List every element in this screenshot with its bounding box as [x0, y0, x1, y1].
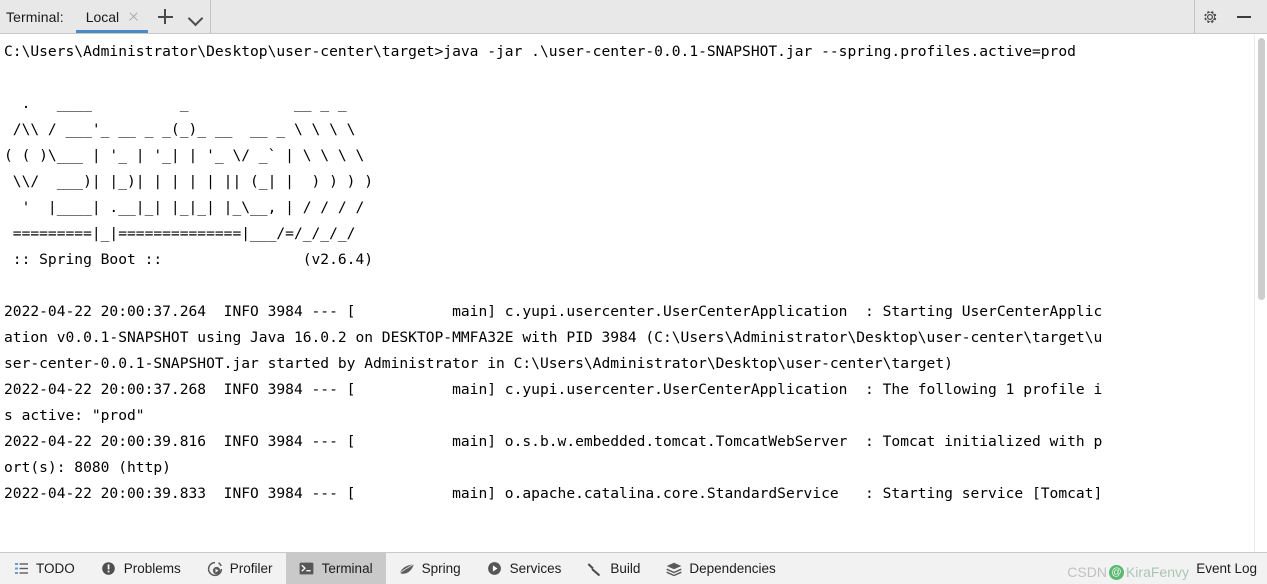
- tool-window-title: Terminal:: [6, 8, 64, 25]
- event-log-label: Event Log: [1196, 561, 1257, 576]
- plus-icon: [157, 9, 173, 24]
- tool-window-button-label: Dependencies: [689, 561, 776, 576]
- tool-window-button-label: Profiler: [229, 561, 273, 576]
- terminal-line: :: Spring Boot :: (v2.6.4): [4, 251, 374, 268]
- terminal-line: ation v0.0.1-SNAPSHOT using Java 16.0.2 …: [4, 329, 1103, 346]
- terminal-line: s active: "prod": [4, 407, 145, 424]
- terminal-line: 2022-04-22 20:00:37.268 INFO 3984 --- [ …: [4, 381, 1103, 398]
- tool-window-button-label: Spring: [421, 561, 461, 576]
- terminal-line: C:\Users\Administrator\Desktop\user-cent…: [4, 43, 1076, 60]
- hide-tool-window-button[interactable]: [1229, 9, 1259, 25]
- build-hammer-icon: [587, 561, 603, 577]
- gear-icon: [1202, 9, 1218, 25]
- profiler-icon: [207, 561, 223, 577]
- terminal-line: ( ( )\___ | '_ | '_| | '_ \/ _` | \ \ \ …: [4, 147, 365, 164]
- spring-leaf-icon: [399, 561, 415, 577]
- tool-window-button-terminal[interactable]: Terminal: [285, 553, 386, 584]
- tool-window-button-dependencies[interactable]: Dependencies: [653, 553, 788, 584]
- tool-window-button-todo[interactable]: TODO: [0, 553, 88, 584]
- tool-window-button-spring[interactable]: Spring: [386, 553, 474, 584]
- terminal-line: 2022-04-22 20:00:39.833 INFO 3984 --- [ …: [4, 485, 1103, 502]
- tool-window-button-label: Services: [509, 561, 562, 576]
- terminal-line: ' |____| .__|_| |_|_| |_\__, | / / / /: [4, 199, 365, 216]
- tool-window-button-label: Terminal: [321, 561, 373, 576]
- tool-window-button-problems[interactable]: Problems: [88, 553, 194, 584]
- terminal-tool-window-header: Terminal: Local: [0, 0, 1267, 34]
- tool-window-button-label: Build: [610, 561, 641, 576]
- status-bar-spacer: [789, 553, 1196, 584]
- bottom-tool-bar: TODO Problems Profiler Terminal Spring Servic…: [0, 552, 1267, 584]
- minimize-icon: [1236, 9, 1252, 25]
- terminal-tab-local[interactable]: Local: [74, 0, 150, 33]
- terminal-tab-label: Local: [85, 8, 120, 25]
- services-icon: [487, 561, 503, 577]
- terminal-line: ort(s): 8080 (http): [4, 459, 171, 476]
- tool-window-button-label: TODO: [36, 561, 75, 576]
- chevron-down-icon: [189, 13, 202, 21]
- tool-window-button-label: Problems: [123, 561, 181, 576]
- terminal-icon: [299, 561, 315, 577]
- event-log-button[interactable]: Event Log: [1196, 553, 1267, 584]
- terminal-line: 2022-04-22 20:00:37.264 INFO 3984 --- [ …: [4, 303, 1103, 320]
- terminal-line: /\\ / ___'_ __ _ _(_)_ __ __ _ \ \ \ \: [4, 121, 356, 138]
- terminal-line: ser-center-0.0.1-SNAPSHOT.jar started by…: [4, 355, 953, 372]
- terminal-line: . ____ _ __ _ _: [4, 95, 347, 112]
- terminal-scrollbar-thumb[interactable]: [1258, 38, 1265, 300]
- terminal-output-text[interactable]: C:\Users\Administrator\Desktop\user-cent…: [0, 34, 1267, 552]
- dependencies-icon: [666, 561, 682, 577]
- terminal-line: =========|_|==============|___/=/_/_/_/: [4, 225, 356, 242]
- terminal-scrollbar[interactable]: [1254, 34, 1267, 552]
- terminal-output-panel[interactable]: C:\Users\Administrator\Desktop\user-cent…: [0, 34, 1267, 552]
- terminal-tab-strip: Local: [74, 0, 150, 33]
- header-spacer: [211, 0, 1194, 33]
- tool-window-button-services[interactable]: Services: [474, 553, 575, 584]
- problems-icon: [101, 561, 117, 577]
- terminal-line: \\/ ___)| |_)| | | | | || (_| | ) ) ) ): [4, 173, 374, 190]
- tool-window-button-profiler[interactable]: Profiler: [194, 553, 286, 584]
- header-actions: [1195, 0, 1267, 33]
- terminal-tab-list-button[interactable]: [180, 0, 210, 33]
- settings-button[interactable]: [1195, 9, 1225, 25]
- new-terminal-tab-button[interactable]: [150, 0, 180, 33]
- todo-icon: [13, 561, 29, 577]
- tool-window-buttons: TODO Problems Profiler Terminal Spring Servic…: [0, 553, 789, 584]
- terminal-line: 2022-04-22 20:00:39.816 INFO 3984 --- [ …: [4, 433, 1103, 450]
- ide-window: Terminal: Local C:\Users\Administrator\D…: [0, 0, 1267, 584]
- tool-window-button-build[interactable]: Build: [574, 553, 653, 584]
- close-icon[interactable]: [127, 10, 140, 23]
